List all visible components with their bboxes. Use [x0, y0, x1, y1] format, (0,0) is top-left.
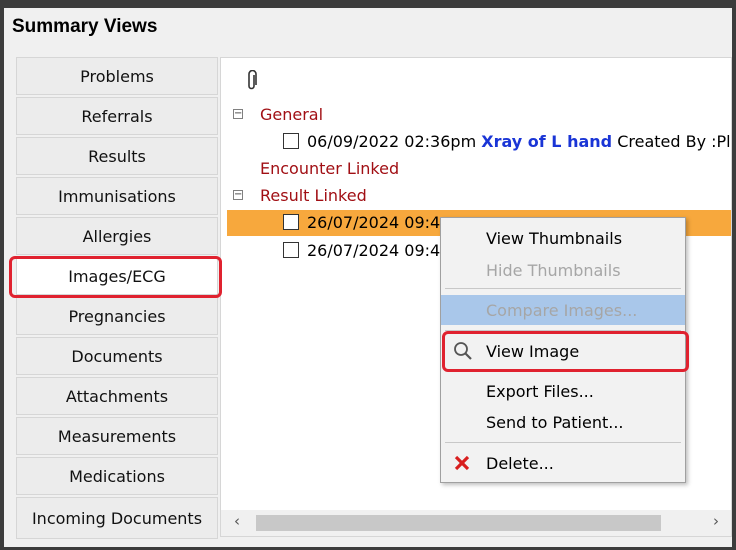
- menu-item-view-thumbnails[interactable]: View Thumbnails: [441, 223, 685, 253]
- window-title: Summary Views: [12, 16, 158, 37]
- sidebar-item-label: Incoming Documents: [31, 508, 203, 528]
- delete-x-icon: [452, 452, 474, 474]
- sidebar-item-label: Measurements: [57, 426, 177, 446]
- window-frame-left: [0, 0, 4, 550]
- tree-entry-result-1[interactable]: 26/07/2024 09:4: [283, 213, 440, 232]
- sidebar-item-measurements[interactable]: Measurements: [16, 417, 218, 455]
- entry-title-link[interactable]: Xray of L hand: [481, 132, 612, 151]
- sidebar-item-medications[interactable]: Medications: [16, 457, 218, 495]
- menu-item-export-files[interactable]: Export Files...: [441, 376, 685, 406]
- sidebar-item-label: Documents: [71, 346, 163, 366]
- tree-entry-general[interactable]: 06/09/2022 02:36pm Xray of L hand Create…: [283, 132, 731, 151]
- sidebar-item-pregnancies[interactable]: Pregnancies: [16, 297, 218, 335]
- paperclip-icon: [246, 69, 258, 97]
- group-result-linked-label: Result Linked: [260, 186, 367, 205]
- sidebar-item-label: Results: [88, 146, 146, 166]
- menu-item-hide-thumbnails: Hide Thumbnails: [486, 260, 621, 280]
- sidebar-item-referrals[interactable]: Referrals: [16, 97, 218, 135]
- menu-item-send-to-patient[interactable]: Send to Patient...: [441, 407, 685, 437]
- group-encounter-linked-label: Encounter Linked: [260, 159, 400, 178]
- tree-entry-result-2[interactable]: 26/07/2024 09:4: [283, 241, 440, 260]
- entry-checkbox[interactable]: [283, 214, 299, 230]
- entry-checkbox[interactable]: [283, 242, 299, 258]
- menu-item-compare-images: Compare Images...: [441, 295, 685, 325]
- sidebar-item-label: Images/ECG: [68, 266, 166, 286]
- menu-item-delete[interactable]: Delete...: [441, 448, 685, 478]
- sidebar-item-attachments[interactable]: Attachments: [16, 377, 218, 415]
- window-frame-top: [0, 0, 736, 8]
- sidebar-item-label: Immunisations: [58, 186, 176, 206]
- sidebar-item-incoming-documents[interactable]: Incoming Documents: [16, 497, 218, 539]
- entry-datetime: 26/07/2024 09:4: [307, 213, 441, 232]
- scrollbar-thumb[interactable]: [256, 515, 661, 531]
- collapse-general-toggle[interactable]: −: [233, 109, 243, 119]
- sidebar-item-documents[interactable]: Documents: [16, 337, 218, 375]
- magnifier-icon: [452, 340, 474, 362]
- menu-separator: [445, 288, 681, 289]
- entry-created-by: Created By :Pl: [617, 132, 731, 151]
- summary-sidebar: Problems Referrals Results Immunisations…: [16, 57, 218, 541]
- scroll-right-arrow[interactable]: ›: [713, 512, 719, 530]
- sidebar-item-immunisations[interactable]: Immunisations: [16, 177, 218, 215]
- menu-separator: [445, 442, 681, 443]
- sidebar-item-problems[interactable]: Problems: [16, 57, 218, 95]
- sidebar-item-label: Problems: [80, 66, 154, 86]
- group-general-label: General: [260, 105, 324, 124]
- sidebar-item-allergies[interactable]: Allergies: [16, 217, 218, 255]
- entry-checkbox[interactable]: [283, 133, 299, 149]
- sidebar-item-label: Pregnancies: [68, 306, 166, 326]
- entry-datetime: 06/09/2022 02:36pm: [307, 132, 477, 151]
- collapse-result-linked-toggle[interactable]: −: [233, 190, 243, 200]
- window-frame-right: [732, 0, 736, 550]
- sidebar-item-label: Referrals: [81, 106, 153, 126]
- sidebar-item-label: Attachments: [65, 386, 169, 406]
- context-menu: View Thumbnails Hide Thumbnails Compare …: [440, 217, 686, 483]
- sidebar-item-label: Medications: [69, 466, 165, 486]
- scroll-left-arrow[interactable]: ‹: [234, 512, 240, 530]
- horizontal-scrollbar[interactable]: ‹ ›: [221, 510, 731, 536]
- entry-datetime: 26/07/2024 09:4: [307, 241, 441, 260]
- sidebar-item-results[interactable]: Results: [16, 137, 218, 175]
- sidebar-item-images-ecg[interactable]: Images/ECG: [16, 257, 218, 295]
- sidebar-item-label: Allergies: [82, 226, 152, 246]
- menu-item-view-image[interactable]: View Image: [441, 336, 685, 366]
- menu-separator: [445, 330, 681, 331]
